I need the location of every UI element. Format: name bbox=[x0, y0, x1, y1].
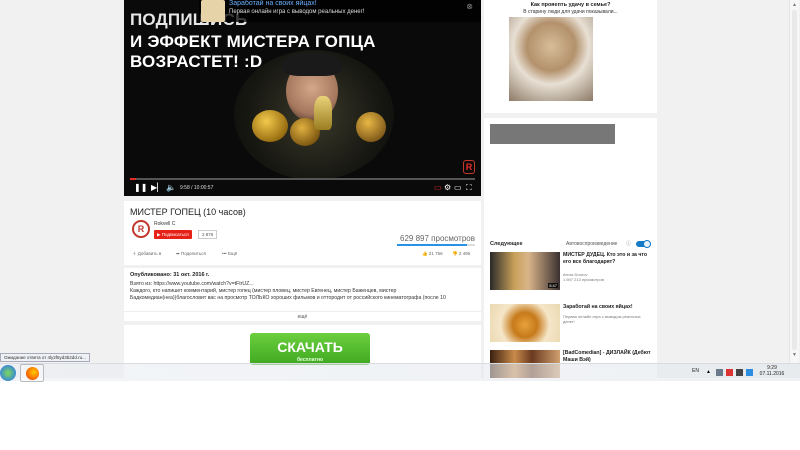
up-next-label: Следующее bbox=[490, 241, 523, 247]
video-progress-bar[interactable] bbox=[130, 178, 475, 180]
dislike-button[interactable]: 👎 2 495 bbox=[452, 251, 470, 257]
ad-description: Первая онлайн игра с выводом реальных де… bbox=[229, 9, 365, 15]
fullscreen-icon[interactable]: ⛶ bbox=[466, 183, 472, 193]
up-next-sidebar: Следующее Автовоспроизведение ⓘ 5:47 МИС… bbox=[484, 238, 657, 378]
description-card: Опубликовано: 31 окт. 2016 г. Взято из: … bbox=[124, 268, 481, 321]
autoplay-toggle[interactable] bbox=[636, 240, 651, 248]
subscriber-count: 2 876 bbox=[198, 230, 218, 239]
video-duration: 5:47 bbox=[548, 283, 558, 288]
start-button[interactable] bbox=[0, 365, 16, 381]
recommended-video-thumbnail[interactable]: 5:47 bbox=[490, 252, 560, 290]
likes-ratio-fill bbox=[397, 244, 468, 246]
video-title: МИСТЕР ГОПЕЦ (10 часов) bbox=[130, 207, 246, 217]
recommended-ad-description: Первая онлайн игра с выводом реальных де… bbox=[563, 314, 641, 324]
more-button[interactable]: ••• Ещё bbox=[222, 251, 237, 256]
ad-close-icon[interactable]: ⊗ bbox=[466, 2, 473, 11]
scroll-down-icon[interactable]: ▼ bbox=[792, 352, 797, 358]
ad-title[interactable]: Заработай на своих яйцах! bbox=[229, 0, 317, 7]
theater-mode-icon[interactable]: ▭ bbox=[454, 183, 462, 192]
scrollbar-thumb[interactable] bbox=[792, 10, 797, 350]
video-time: 9:58 / 10:00:57 bbox=[180, 185, 214, 191]
promo-placeholder-bar bbox=[490, 124, 615, 144]
download-button[interactable]: СКАЧАТЬ бесплатно bbox=[250, 333, 370, 365]
keyboard-language[interactable]: EN bbox=[692, 368, 699, 374]
channel-avatar[interactable]: R bbox=[132, 220, 150, 238]
recommended-video[interactable]: 5:47 МИСТЕР ДУДЕЦ. Кто это и за что его … bbox=[490, 252, 655, 292]
description-line: Каждого, кто напишет комментарий, мистер… bbox=[130, 288, 397, 294]
recommended-video-title[interactable]: МИСТЕР ДУДЕЦ. Кто это и за что его все б… bbox=[563, 252, 653, 265]
share-label: Поделиться bbox=[181, 251, 206, 256]
scroll-up-icon[interactable]: ▲ bbox=[792, 2, 797, 8]
side-ad-subtitle: В старину люди для удачи показывали... bbox=[523, 9, 618, 15]
video-caption-line-2: И ЭФФЕКТ МИСТЕРА ГОПЦА ВОЗРАСТЕТ! :D bbox=[130, 32, 376, 71]
description-line[interactable]: Взято из: https://www.youtube.com/watch?… bbox=[130, 281, 254, 287]
side-ad-image[interactable] bbox=[509, 17, 593, 101]
autoplay-toggle-knob bbox=[643, 240, 651, 248]
recommended-video-title[interactable]: [BadComedian] - ДИЗЛАЙК (Дебют Маши Вэй) bbox=[563, 350, 653, 363]
publish-date: Опубликовано: 31 окт. 2016 г. bbox=[130, 272, 210, 278]
share-button[interactable]: ➦ Поделиться bbox=[176, 251, 206, 257]
volume-icon[interactable]: 🔈 bbox=[166, 183, 176, 192]
tray-security-icon[interactable] bbox=[726, 369, 733, 376]
download-label: СКАЧАТЬ bbox=[277, 339, 343, 355]
like-button[interactable]: 👍 21 766 bbox=[422, 251, 443, 257]
next-icon[interactable]: ▶▏ bbox=[151, 183, 163, 192]
browser-status-bar: Ожидание ответа от 4ly2f6yd3b2dd.ru... bbox=[0, 353, 90, 362]
windows-taskbar: EN ▲ 9:29 07.11.2016 bbox=[0, 363, 800, 382]
browser-viewport: ПОДПИШИСЬ И ЭФФЕКТ МИСТЕРА ГОПЦА ВОЗРАСТ… bbox=[0, 0, 800, 378]
settings-icon[interactable]: ⚙ bbox=[444, 183, 451, 192]
recommended-ad[interactable]: Заработай на своих яйцах! Первая онлайн … bbox=[490, 304, 655, 344]
clock-date: 07.11.2016 bbox=[759, 371, 785, 377]
view-count: 629 897 просмотров bbox=[400, 234, 475, 243]
recommended-ad-title[interactable]: Заработай на своих яйцах! bbox=[563, 304, 653, 311]
description-line: Бадкомедиан(неа))благословит вас на прос… bbox=[130, 295, 446, 301]
thumbs-down-icon: 👎 bbox=[452, 251, 459, 256]
tray-volume-icon[interactable] bbox=[736, 369, 743, 376]
info-icon[interactable]: ⓘ bbox=[626, 240, 631, 247]
thumbs-up-icon: 👍 bbox=[422, 251, 429, 256]
add-to-button[interactable]: ＋ Добавить в bbox=[132, 251, 161, 257]
subscribe-button[interactable]: ▶ Подписаться bbox=[154, 230, 192, 239]
recommended-video-views: 1 697 213 просмотров bbox=[563, 277, 604, 282]
subtitles-icon[interactable]: ▭ bbox=[434, 183, 442, 192]
player-controls: ❚❚ ▶▏ 🔈 9:58 / 10:00:57 ▭ ⚙ ▭ ⛶ bbox=[124, 181, 481, 196]
channel-watermark[interactable]: R bbox=[463, 160, 475, 174]
video-scene-sphere-right bbox=[356, 112, 386, 142]
video-player[interactable]: ПОДПИШИСЬ И ЭФФЕКТ МИСТЕРА ГОПЦА ВОЗРАСТ… bbox=[124, 0, 481, 196]
dislike-count: 2 495 bbox=[458, 251, 471, 256]
subscribe-label: Подписаться bbox=[161, 232, 189, 237]
firefox-icon bbox=[26, 367, 39, 380]
like-count: 21 766 bbox=[428, 251, 443, 256]
taskbar-clock[interactable]: 9:29 07.11.2016 bbox=[757, 365, 787, 377]
pause-icon[interactable]: ❚❚ bbox=[134, 183, 147, 192]
video-overlay-ad[interactable]: Заработай на своих яйцах! Первая онлайн … bbox=[199, 0, 481, 22]
side-ad-title[interactable]: Как прояепть удачу в семье? bbox=[484, 2, 657, 8]
tray-chevron-icon[interactable]: ▲ bbox=[706, 369, 713, 376]
side-ad-card[interactable]: Как прояепть удачу в семье? В старину лю… bbox=[484, 0, 657, 113]
autoplay-label: Автовоспроизведение bbox=[566, 241, 618, 247]
video-scene-trophy bbox=[314, 96, 332, 130]
more-label: Ещё bbox=[227, 251, 238, 256]
ad-thumbnail[interactable] bbox=[201, 0, 225, 22]
video-scene-sphere-left bbox=[252, 110, 288, 142]
channel-name[interactable]: Rokvell C bbox=[154, 221, 175, 227]
show-more-button[interactable]: ещё bbox=[124, 311, 481, 320]
video-info-card: МИСТЕР ГОПЕЦ (10 часов) R Rokvell C ▶ По… bbox=[124, 201, 481, 265]
recommended-ad-thumbnail[interactable] bbox=[490, 304, 560, 342]
firefox-taskbar-button[interactable] bbox=[20, 364, 44, 382]
page-scrollbar[interactable]: ▲ ▼ bbox=[789, 0, 799, 363]
tray-app-icon[interactable] bbox=[746, 369, 753, 376]
promo-placeholder-card bbox=[484, 118, 657, 238]
add-to-label: Добавить в bbox=[137, 251, 162, 256]
tray-network-icon[interactable] bbox=[716, 369, 723, 376]
video-progress-fill bbox=[130, 178, 136, 180]
likes-ratio-bar bbox=[397, 244, 475, 246]
